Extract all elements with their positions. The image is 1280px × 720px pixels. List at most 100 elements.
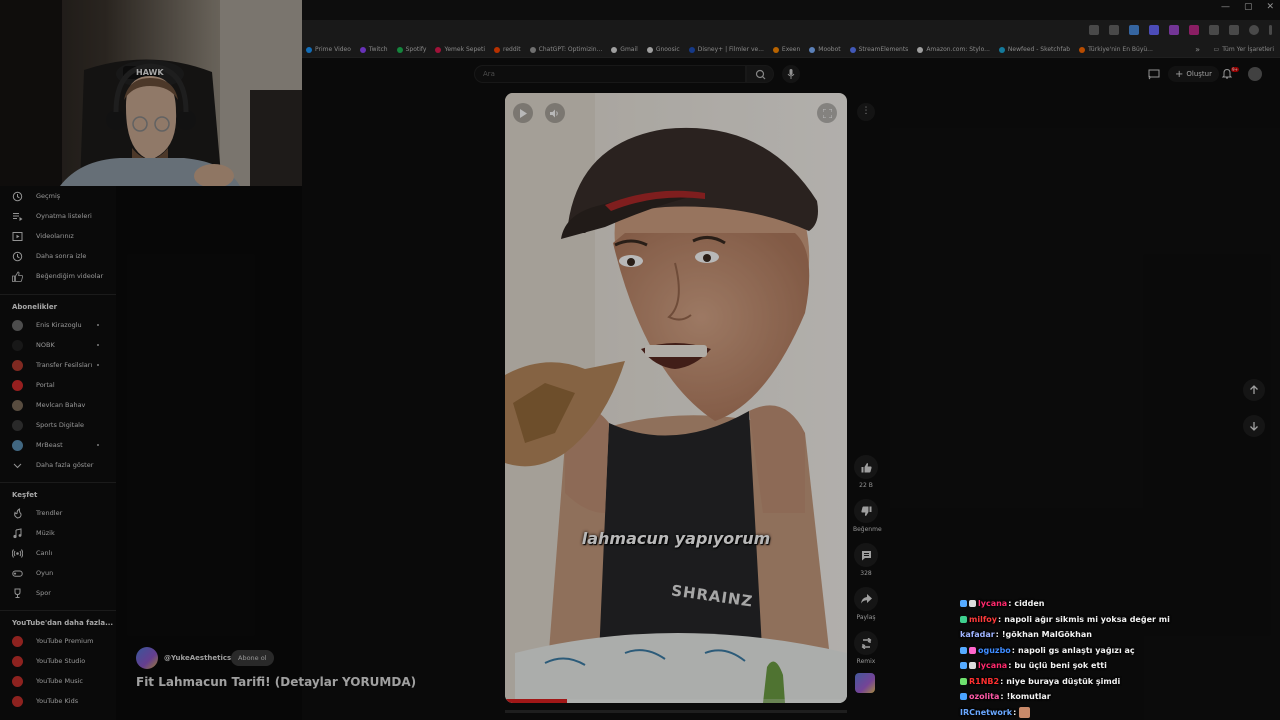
sidebar-item[interactable]: YouTube Studio xyxy=(0,651,116,671)
cast-icon[interactable] xyxy=(1148,69,1160,80)
voice-search-button[interactable] xyxy=(782,65,800,83)
fullscreen-button[interactable] xyxy=(817,103,837,123)
bookmark-item[interactable]: Twitch xyxy=(359,46,388,53)
bookmarks-overflow-button[interactable]: » xyxy=(1195,45,1200,54)
sidebar-item-label: Daha fazla göster xyxy=(36,461,94,469)
chat-separator: : xyxy=(998,614,1002,624)
menu-icon[interactable] xyxy=(1269,25,1272,35)
bookmark-item[interactable]: Amazon.com: Stylo... xyxy=(917,46,990,53)
bookmark-item[interactable]: ChatGPT: Optimizin... xyxy=(529,46,603,53)
bookmark-item[interactable]: Gmail xyxy=(611,46,638,53)
new-content-dot xyxy=(97,344,99,346)
youtube-logo-icon xyxy=(12,655,23,667)
bookmark-item[interactable]: Moobot xyxy=(809,46,841,53)
sidebar-item[interactable]: Sports Digitale xyxy=(0,415,116,435)
more-options-button[interactable]: ⋮ xyxy=(857,103,875,121)
bookmark-item[interactable]: reddit xyxy=(493,46,521,53)
like-button[interactable] xyxy=(854,455,878,479)
like-count: 22 B xyxy=(859,482,873,489)
chat-username: kafadar xyxy=(960,630,995,640)
sidebar-item-label: Müzik xyxy=(36,529,55,537)
install-icon[interactable] xyxy=(1089,25,1099,35)
sidebar-item[interactable]: Oynatma listeleri xyxy=(0,206,116,226)
bookmark-item[interactable]: Türkiye'nin En Büyü... xyxy=(1079,46,1153,53)
bookmark-favicon-icon xyxy=(306,46,312,53)
sidebar-item[interactable]: NOBK xyxy=(0,335,116,355)
bookmark-item[interactable]: Spotify xyxy=(396,46,426,53)
sidebar-item[interactable]: Videolarınız xyxy=(0,226,116,246)
bookmark-item[interactable]: Gnoosic xyxy=(646,46,680,53)
extension-icon[interactable] xyxy=(1149,25,1159,35)
extension-icon[interactable] xyxy=(1189,25,1199,35)
youtube-logo-icon xyxy=(12,695,23,707)
stream-chat-overlay: lycana : cidden milfoy : napoli ağır sikmis… xyxy=(960,596,1278,720)
sidebar-item[interactable]: Enis Kirazoglu xyxy=(0,315,116,335)
bookmark-item[interactable]: Yemek Sepeti xyxy=(435,46,485,53)
close-window-button[interactable]: ✕ xyxy=(1266,2,1274,12)
download-icon[interactable] xyxy=(1229,25,1239,35)
share-button[interactable] xyxy=(854,587,878,611)
puzzle-icon[interactable] xyxy=(1209,25,1219,35)
profile-icon[interactable] xyxy=(1249,25,1259,35)
bookmark-label: ChatGPT: Optimizin... xyxy=(538,46,603,53)
star-icon[interactable] xyxy=(1109,25,1119,35)
account-avatar[interactable] xyxy=(1248,67,1262,81)
search-input[interactable]: Ara xyxy=(474,65,746,83)
bookmark-item[interactable]: StreamElements xyxy=(849,46,908,53)
search-button[interactable] xyxy=(746,65,774,83)
all-bookmarks-button[interactable]: ▭ Tüm Yer İşaretleri xyxy=(1214,46,1274,53)
subscribe-button[interactable]: Abone ol xyxy=(231,650,274,666)
webcam-scene xyxy=(0,0,302,186)
bookmark-favicon-icon xyxy=(1079,46,1086,53)
sidebar-item[interactable]: Oyun xyxy=(0,563,116,583)
bookmark-favicon-icon xyxy=(998,46,1005,53)
shorts-player[interactable]: SHRAINZ lahmacun yapıyorum xyxy=(505,93,847,703)
sidebar-item[interactable]: YouTube Music xyxy=(0,671,116,691)
sidebar-item[interactable]: YouTube Premium xyxy=(0,631,116,651)
sidebar-item[interactable]: Daha sonra izle xyxy=(0,246,116,266)
chat-message: milfoy : napoli ağır sikmis mi yoksa değe… xyxy=(960,612,1278,628)
bookmark-favicon-icon xyxy=(917,46,924,53)
minimize-button[interactable]: — xyxy=(1221,2,1230,12)
bookmark-item[interactable]: Disney+ | Filmler ve... xyxy=(688,46,764,53)
sidebar-item-label: Spor xyxy=(36,589,51,597)
sidebar-item[interactable]: Portal xyxy=(0,375,116,395)
mute-button[interactable] xyxy=(545,103,565,123)
channel-avatar[interactable] xyxy=(136,647,158,669)
sidebar-item[interactable]: Trendler xyxy=(0,503,116,523)
gaming-icon xyxy=(12,568,23,579)
bookmark-item[interactable]: Exeen xyxy=(772,46,800,53)
audio-source-thumbnail[interactable] xyxy=(855,673,875,693)
more-from-youtube-heading: YouTube'dan daha fazla... xyxy=(12,619,114,627)
extension-icon[interactable] xyxy=(1129,25,1139,35)
sidebar-item[interactable]: Müzik xyxy=(0,523,116,543)
sidebar-item[interactable]: Mevlcan Bahav xyxy=(0,395,116,415)
channel-name[interactable]: @YukeAesthetics xyxy=(164,654,231,662)
extension-icon[interactable] xyxy=(1169,25,1179,35)
bookmark-item[interactable]: Prime Video xyxy=(306,46,351,53)
sidebar-item-label: YouTube Music xyxy=(36,677,83,685)
bookmark-item[interactable]: Newfeed - Sketchfab xyxy=(998,46,1070,53)
create-button[interactable]: + Oluştur xyxy=(1168,66,1219,82)
sidebar-item[interactable]: Spor xyxy=(0,583,116,603)
short-title[interactable]: Fit Lahmacun Tarifi! (Detaylar YORUMDA) xyxy=(136,675,416,689)
sidebar-item[interactable]: MrBeast xyxy=(0,435,116,455)
play-button[interactable] xyxy=(513,103,533,123)
previous-short-button[interactable] xyxy=(1243,379,1265,401)
comments-button[interactable] xyxy=(854,543,878,567)
sidebar-item[interactable]: Transfer Fesilsları xyxy=(0,355,116,375)
sidebar-item[interactable]: Daha fazla göster xyxy=(0,455,116,475)
sidebar-item[interactable]: Geçmiş xyxy=(0,186,116,206)
video-progress-bar[interactable] xyxy=(505,699,847,703)
new-content-dot xyxy=(97,444,99,446)
remix-button[interactable] xyxy=(854,631,878,655)
dislike-button[interactable] xyxy=(854,499,878,523)
chat-badge-icon xyxy=(960,600,967,608)
sidebar-item[interactable]: Canlı xyxy=(0,543,116,563)
maximize-button[interactable]: ▢ xyxy=(1244,2,1253,12)
sidebar-item[interactable]: Beğendiğim videolar xyxy=(0,266,116,286)
sidebar-item[interactable]: YouTube Kids xyxy=(0,691,116,711)
chat-message: R1NB2 : niye buraya düştük şimdi xyxy=(960,674,1278,690)
next-short-button[interactable] xyxy=(1243,415,1265,437)
chat-separator: : xyxy=(1008,599,1012,609)
